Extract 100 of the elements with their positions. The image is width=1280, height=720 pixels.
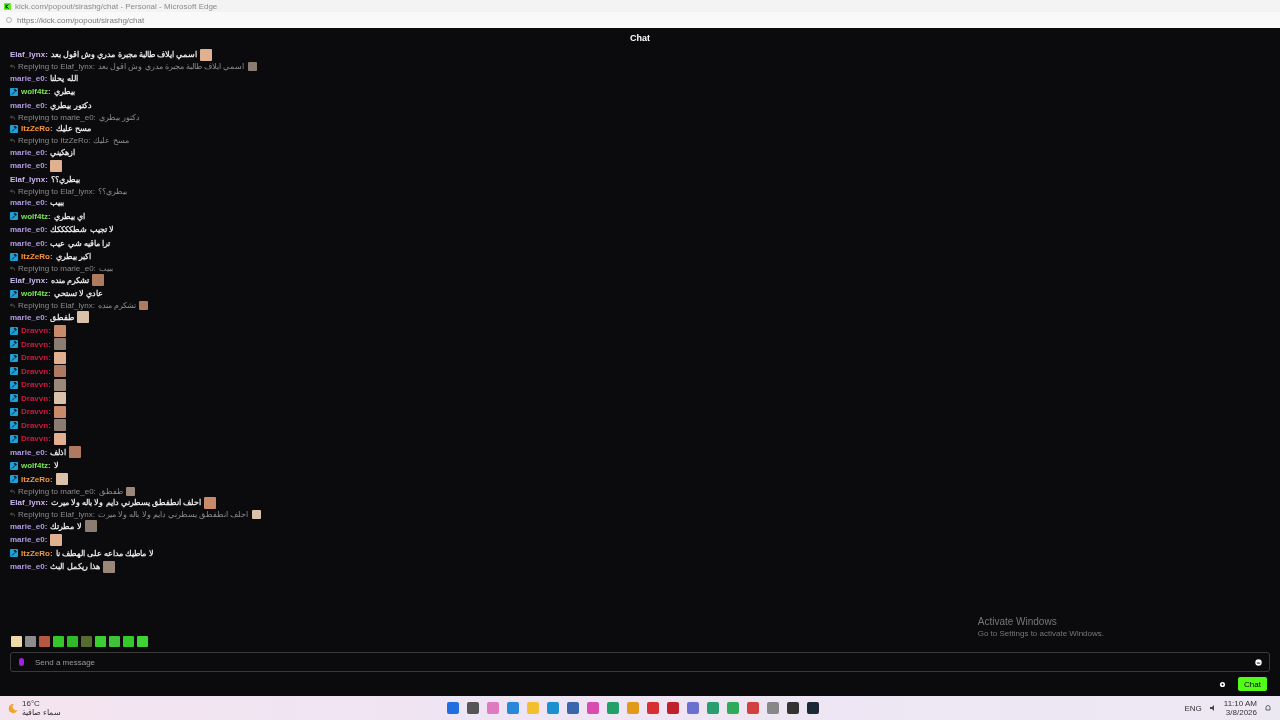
emote-icon[interactable]	[137, 635, 148, 647]
reply-arrow-icon	[10, 512, 15, 517]
chat-username[interactable]: wolf4tz:	[21, 211, 51, 221]
chat-message-text: هذا ريكمل البث	[50, 562, 100, 572]
notification-bell-icon[interactable]	[1264, 704, 1272, 712]
emote-icon[interactable]	[123, 635, 134, 647]
chat-username[interactable]: Elaf_lynx:	[10, 275, 48, 285]
chat-username[interactable]: marie_e0:	[10, 562, 48, 572]
chat-message-text: الله يحلنا	[50, 73, 78, 83]
date-text: 3/8/2026	[1225, 708, 1257, 717]
reply-arrow-icon	[10, 266, 15, 271]
info-icon	[6, 17, 12, 23]
chat-username[interactable]: wolf4tz:	[21, 87, 51, 97]
weather-text: سماء صافية	[22, 708, 62, 717]
chat-username[interactable]: marie_e0:	[10, 147, 48, 157]
chat-message-text: بيطري؟؟	[50, 174, 80, 184]
chat-message-text: اي بيطري	[53, 211, 85, 221]
chat-username[interactable]: Dravvn:	[21, 353, 51, 363]
emote-icon[interactable]	[95, 635, 106, 647]
url-text: https://kick.com/popout/sirashg/chat	[17, 15, 145, 25]
chat-username[interactable]: Dravvn:	[21, 366, 51, 376]
replied-message: اسمي ايلاف طالبة مجبرة مدري وش اقول بعد	[97, 62, 245, 71]
reply-label: Replying to Elaf_lynx:	[18, 186, 95, 196]
chat-message-text: لا ماطيك مداعه على الهطف نا	[55, 548, 154, 558]
chat-username[interactable]: wolf4tz:	[21, 461, 51, 471]
temperature-text: 16°C	[22, 699, 41, 708]
emote-icon[interactable]	[67, 635, 78, 647]
replied-message: دكتور بيطري	[98, 112, 141, 122]
reply-label: Replying to marie_e0:	[18, 112, 96, 122]
chat-username[interactable]: marie_e0:	[10, 535, 48, 545]
chat-username[interactable]: Elaf_lynx:	[10, 498, 48, 508]
chat-username[interactable]: ItzZeRo:	[21, 474, 53, 484]
clock[interactable]: 11:10 AM 3/8/2026	[1223, 699, 1257, 717]
chat-username[interactable]: Dravvn:	[21, 434, 51, 444]
reply-label: Replying to marie_e0:	[18, 264, 96, 273]
chat-username[interactable]: marie_e0:	[10, 447, 48, 457]
address-bar[interactable]: https://kick.com/popout/sirashg/chat	[0, 12, 1280, 28]
chat-username[interactable]: Elaf_lynx:	[10, 50, 48, 60]
chat-username[interactable]: Elaf_lynx:	[10, 174, 48, 184]
reply-label: Replying to Elaf_lynx:	[18, 510, 95, 519]
reply-arrow-icon	[10, 488, 15, 494]
chat-username[interactable]: Dravvn:	[21, 407, 51, 417]
chat-username[interactable]: marie_e0:	[10, 312, 48, 322]
replied-message: مسح عليك	[93, 136, 129, 145]
chat-username[interactable]: marie_e0:	[10, 73, 48, 83]
time-text: 11:10 AM	[1223, 699, 1257, 708]
chat-message-text: ترا ماقيه شي عيب	[50, 238, 111, 248]
chat-message-text: دكتور بيطري	[50, 100, 92, 110]
taskbar-app-icon[interactable]	[787, 702, 799, 714]
chat-username[interactable]: Dravvn:	[21, 380, 51, 390]
replied-message: طفطق	[98, 486, 123, 496]
reply-arrow-icon	[10, 138, 15, 143]
site-logo-icon	[4, 2, 11, 10]
chat-username[interactable]: marie_e0:	[10, 161, 48, 171]
replied-message: بيطري؟؟	[97, 186, 127, 196]
chat-username[interactable]: Dravvn:	[21, 393, 51, 403]
emoji-icon[interactable]	[1255, 658, 1262, 666]
chat-username[interactable]: ItzZeRo:	[21, 548, 53, 558]
chat-username[interactable]: marie_e0:	[10, 238, 48, 248]
chat-username[interactable]: wolf4tz:	[21, 289, 51, 299]
moon-icon	[8, 703, 18, 713]
chat-username[interactable]: ItzZeRo:	[21, 124, 53, 134]
emote-icon[interactable]	[11, 635, 22, 647]
activation-title: Activate Windows	[977, 616, 1058, 627]
reply-label: Replying to ItzZeRo:	[18, 136, 91, 145]
replied-message: ببيب	[98, 264, 113, 273]
emote-icon[interactable]	[53, 635, 64, 647]
chat-username[interactable]: marie_e0:	[10, 225, 48, 235]
reply-label: Replying to marie_e0:	[18, 486, 96, 496]
chat-message-text: ازهكيني	[50, 147, 76, 157]
chat-username[interactable]: Dravvn:	[21, 326, 51, 336]
taskbar-app-icon[interactable]	[667, 702, 679, 714]
taskbar-app-icon[interactable]	[807, 702, 819, 714]
settings-icon[interactable]	[1219, 680, 1227, 688]
emote-icon[interactable]	[25, 635, 36, 647]
taskbar-app-icon[interactable]	[567, 702, 579, 714]
chat-message-text: لا	[53, 461, 59, 471]
language-indicator[interactable]: ENG	[1184, 703, 1202, 713]
chat-username[interactable]: marie_e0:	[10, 100, 48, 110]
chat-message-text: اذلف	[50, 447, 67, 457]
chat-username[interactable]: Dravvn:	[21, 339, 51, 349]
chat-username[interactable]: marie_e0:	[10, 521, 48, 531]
taskbar-app-icon[interactable]	[467, 702, 479, 714]
reply-arrow-icon	[10, 114, 15, 120]
chat-message-text: اكبر بيطري	[55, 252, 91, 262]
replied-message: تشكرم منده	[97, 301, 137, 310]
message-input-field[interactable]: Send a message	[10, 652, 1270, 672]
window-title: kick.com/popout/sirashg/chat - Personal - Microsoft Edge	[15, 1, 218, 11]
activation-text: Go to Settings to activate Windows.	[977, 629, 1104, 638]
chat-message-text: لا مطرتك	[50, 521, 82, 531]
chat-send-button[interactable]: Chat	[1238, 677, 1267, 691]
chat-message-text: طفطق	[50, 312, 75, 322]
replied-message: احلف انطفطق يسطرني دايم ولا باله ولا ميرت	[97, 510, 249, 519]
chat-username[interactable]: ItzZeRo:	[21, 252, 53, 262]
chat-message-text: لا تجيب شطككككك	[50, 225, 114, 235]
speaker-icon[interactable]	[1208, 704, 1217, 712]
chat-title: Chat	[630, 33, 650, 43]
emote-icon[interactable]	[109, 635, 120, 647]
chat-username[interactable]: Dravvn:	[21, 420, 51, 430]
chat-username[interactable]: marie_e0:	[10, 198, 48, 208]
